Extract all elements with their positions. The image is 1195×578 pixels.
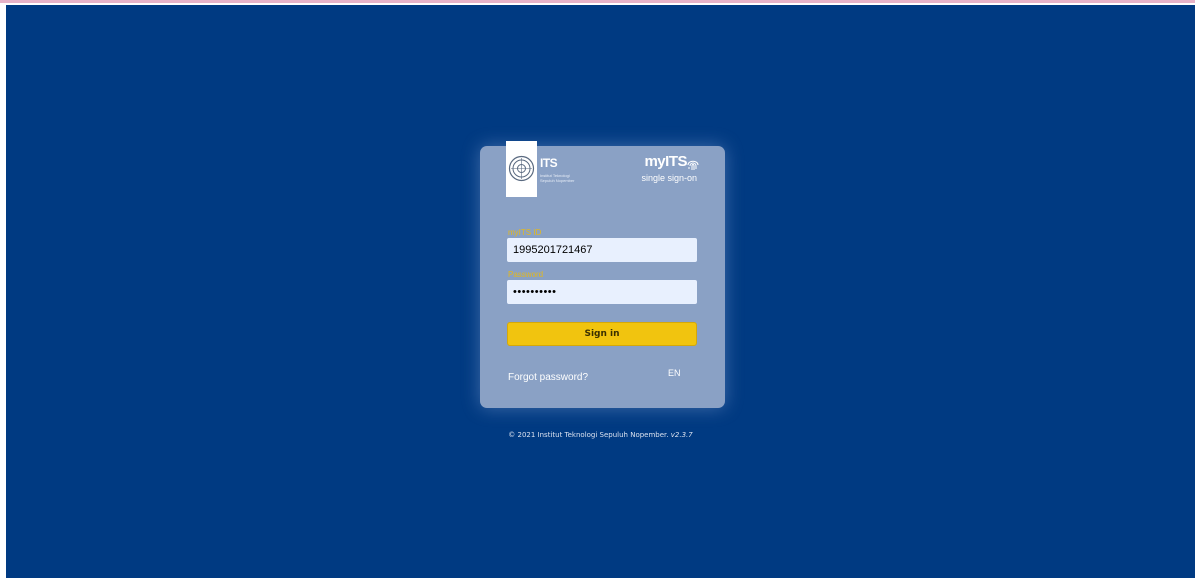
login-page: ITS Institut Teknologi Sepuluh Nopember …	[6, 5, 1195, 578]
top-accent-line	[0, 0, 1195, 3]
username-label: myITS ID	[508, 228, 542, 237]
its-seal-icon	[508, 155, 535, 182]
password-input[interactable]: ••••••••••	[507, 280, 697, 304]
its-logo-plate	[506, 141, 537, 197]
brand-main: ITS	[665, 153, 687, 170]
its-wordmark: ITS	[540, 156, 558, 170]
forgot-password-link[interactable]: Forgot password?	[508, 372, 588, 383]
copyright-text: © 2021 Institut Teknologi Sepuluh Nopemb…	[508, 431, 669, 439]
brand-prefix: my	[644, 153, 666, 170]
footer: © 2021 Institut Teknologi Sepuluh Nopemb…	[6, 431, 1195, 439]
version-text: v2.3.7	[670, 431, 693, 439]
its-full-name: Institut Teknologi Sepuluh Nopember	[540, 173, 575, 183]
login-card: ITS Institut Teknologi Sepuluh Nopember …	[480, 141, 725, 408]
language-selector[interactable]: EN	[668, 368, 681, 378]
sign-in-button[interactable]: Sign in	[507, 322, 697, 346]
fingerprint-icon	[687, 160, 699, 170]
password-label: Password	[508, 270, 544, 279]
username-input[interactable]	[507, 238, 697, 262]
brand-tagline: single sign-on	[641, 173, 697, 183]
myits-brand: myITS	[644, 153, 687, 170]
